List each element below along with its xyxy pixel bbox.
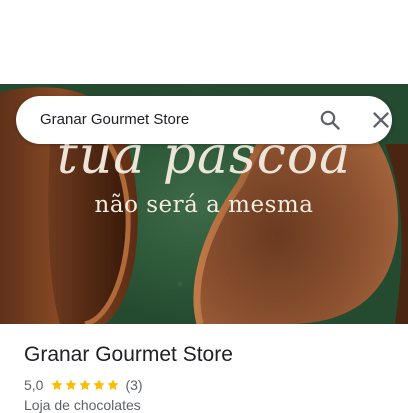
star-icon [107, 379, 120, 391]
place-title: Granar Gourmet Store [24, 343, 233, 366]
star-icon [93, 379, 106, 391]
review-count[interactable]: (3) [125, 377, 142, 393]
search-icon[interactable] [318, 108, 342, 132]
rating-value: 5,0 [24, 377, 44, 393]
star-icon [65, 379, 78, 391]
star-icon [51, 379, 64, 391]
place-category: Loja de chocolates [24, 397, 141, 413]
star-icon [79, 379, 92, 391]
hero-subheadline: não será a mesma [94, 192, 314, 218]
close-icon[interactable] [369, 108, 393, 132]
rating-row[interactable]: 5,0 (3) [24, 376, 143, 394]
star-rating [50, 378, 120, 392]
search-input[interactable]: Granar Gourmet Store [40, 96, 189, 144]
search-bar[interactable]: Granar Gourmet Store [16, 96, 392, 144]
top-blank-area [0, 0, 408, 84]
